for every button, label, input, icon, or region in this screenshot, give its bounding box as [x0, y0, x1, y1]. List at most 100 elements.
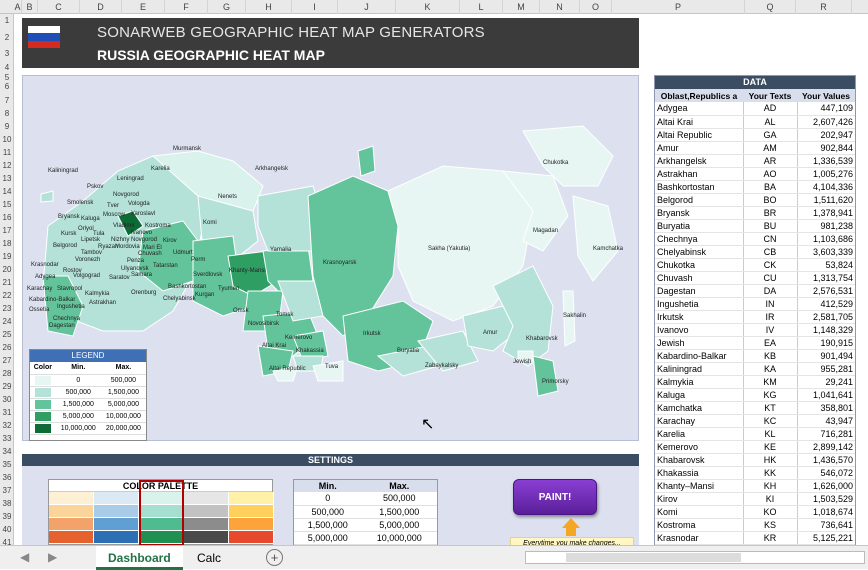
- min-value[interactable]: 0: [294, 492, 362, 506]
- region-name[interactable]: Khakassia: [655, 466, 743, 480]
- data-row[interactable]: Kirov KI 1,503,529: [655, 492, 855, 506]
- region-value[interactable]: 1,018,674: [797, 505, 855, 519]
- region-code[interactable]: DA: [742, 284, 798, 298]
- row-header-14[interactable]: 14: [0, 187, 14, 196]
- region-code[interactable]: KL: [742, 427, 798, 441]
- data-row[interactable]: Astrakhan AO 1,005,276: [655, 167, 855, 181]
- region-code[interactable]: AM: [742, 141, 798, 155]
- row-header-38[interactable]: 38: [0, 499, 14, 508]
- region-kamchatka[interactable]: [572, 195, 619, 282]
- region-name[interactable]: Krasnodar: [655, 531, 743, 545]
- region-name[interactable]: Amur: [655, 141, 743, 155]
- column-header-e[interactable]: E: [122, 0, 165, 14]
- scroll-tabs-left-icon[interactable]: ◀: [20, 550, 29, 564]
- max-value[interactable]: 1,500,000: [361, 505, 437, 519]
- region-name[interactable]: Ingushetia: [655, 297, 743, 311]
- data-row[interactable]: Chuvash CU 1,313,754: [655, 271, 855, 285]
- region-name[interactable]: Kaluga: [655, 388, 743, 402]
- palette-swatch[interactable]: [94, 505, 139, 518]
- data-row[interactable]: Altai Krai AL 2,607,426: [655, 115, 855, 129]
- palette-swatch[interactable]: [184, 518, 229, 531]
- data-row[interactable]: Komi KO 1,018,674: [655, 505, 855, 519]
- row-header-34[interactable]: 34: [0, 447, 14, 456]
- data-row[interactable]: Khakassia KK 546,072: [655, 466, 855, 480]
- color-palette[interactable]: COLOR PALETTE: [48, 479, 274, 545]
- column-header-h[interactable]: H: [246, 0, 292, 14]
- row-header-13[interactable]: 13: [0, 174, 14, 183]
- column-header-f[interactable]: F: [165, 0, 208, 14]
- max-value[interactable]: 5,000,000: [361, 518, 437, 532]
- data-row[interactable]: Belgorod BO 1,511,620: [655, 193, 855, 207]
- row-header-37[interactable]: 37: [0, 486, 14, 495]
- palette-swatch[interactable]: [184, 505, 229, 518]
- region-value[interactable]: 1,313,754: [797, 271, 855, 285]
- region-code[interactable]: IN: [742, 297, 798, 311]
- row-header-35[interactable]: 35: [0, 460, 14, 469]
- palette-swatch[interactable]: [94, 531, 139, 544]
- column-header-j[interactable]: J: [338, 0, 396, 14]
- data-table[interactable]: Oblast,Republics a Your Texts Your Value…: [655, 89, 855, 545]
- region-code[interactable]: BU: [742, 219, 798, 233]
- region-value[interactable]: 2,581,705: [797, 310, 855, 324]
- region-islands[interactable]: [357, 145, 376, 177]
- region-kaliningrad[interactable]: [40, 190, 54, 203]
- row-header-8[interactable]: 8: [0, 109, 14, 118]
- region-name[interactable]: Dagestan: [655, 284, 743, 298]
- region-value[interactable]: 902,844: [797, 141, 855, 155]
- region-code[interactable]: GA: [742, 128, 798, 142]
- data-row[interactable]: Kaliningrad KA 955,281: [655, 362, 855, 376]
- region-name[interactable]: Chelyabinsk: [655, 245, 743, 259]
- region-code[interactable]: KO: [742, 505, 798, 519]
- region-code[interactable]: CB: [742, 245, 798, 259]
- column-header-o[interactable]: O: [580, 0, 612, 14]
- region-code[interactable]: CN: [742, 232, 798, 246]
- palette-swatch[interactable]: [49, 492, 94, 505]
- data-row[interactable]: Adygea AD 447,109: [655, 102, 855, 116]
- region-code[interactable]: KT: [742, 401, 798, 415]
- region-name[interactable]: Adygea: [655, 102, 743, 116]
- data-row[interactable]: Altai Republic GA 202,947: [655, 128, 855, 142]
- palette-swatch[interactable]: [229, 518, 274, 531]
- region-code[interactable]: KH: [742, 479, 798, 493]
- paint-button[interactable]: PAINT!: [513, 479, 597, 515]
- row-header-36[interactable]: 36: [0, 473, 14, 482]
- region-code[interactable]: BO: [742, 193, 798, 207]
- region-value[interactable]: 955,281: [797, 362, 855, 376]
- region-name[interactable]: Karachay: [655, 414, 743, 428]
- data-row[interactable]: Kaluga KG 1,041,641: [655, 388, 855, 402]
- row-header-29[interactable]: 29: [0, 382, 14, 391]
- scrollbar-thumb[interactable]: [566, 553, 741, 562]
- column-header-b[interactable]: B: [22, 0, 38, 14]
- column-header-l[interactable]: L: [460, 0, 503, 14]
- region-name[interactable]: Kirov: [655, 492, 743, 506]
- region-name[interactable]: Arkhangelsk: [655, 154, 743, 168]
- region-code[interactable]: KE: [742, 440, 798, 454]
- region-name[interactable]: Astrakhan: [655, 167, 743, 181]
- palette-swatch[interactable]: [94, 492, 139, 505]
- row-header-7[interactable]: 7: [0, 96, 14, 105]
- palette-swatch[interactable]: [49, 518, 94, 531]
- row-header-20[interactable]: 20: [0, 265, 14, 274]
- worksheet[interactable]: SONARWEB GEOGRAPHIC HEAT MAP GENERATORS …: [14, 14, 868, 545]
- region-value[interactable]: 2,899,142: [797, 440, 855, 454]
- row-header-9[interactable]: 9: [0, 122, 14, 131]
- region-code[interactable]: AR: [742, 154, 798, 168]
- row-header-19[interactable]: 19: [0, 252, 14, 261]
- region-value[interactable]: 736,641: [797, 518, 855, 532]
- region-code[interactable]: IV: [742, 323, 798, 337]
- region-code[interactable]: BR: [742, 206, 798, 220]
- column-header-g[interactable]: G: [208, 0, 246, 14]
- region-name[interactable]: Kalmykia: [655, 375, 743, 389]
- data-row[interactable]: Kemerovo KE 2,899,142: [655, 440, 855, 454]
- region-code[interactable]: KM: [742, 375, 798, 389]
- palette-swatch[interactable]: [184, 531, 229, 544]
- palette-swatch[interactable]: [49, 505, 94, 518]
- region-name[interactable]: Ivanovo: [655, 323, 743, 337]
- region-value[interactable]: 1,626,000: [797, 479, 855, 493]
- data-row[interactable]: Dagestan DA 2,576,531: [655, 284, 855, 298]
- region-name[interactable]: Bashkortostan: [655, 180, 743, 194]
- region-value[interactable]: 43,947: [797, 414, 855, 428]
- palette-swatch[interactable]: [184, 492, 229, 505]
- row-header-25[interactable]: 25: [0, 330, 14, 339]
- row-header-17[interactable]: 17: [0, 226, 14, 235]
